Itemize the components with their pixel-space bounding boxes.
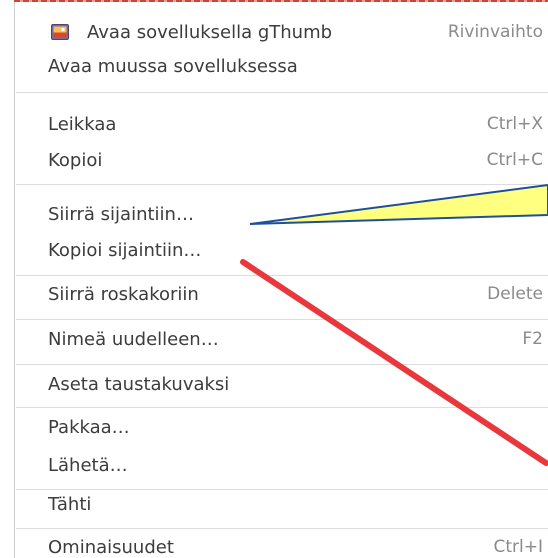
- menu-separator: [16, 364, 548, 365]
- menu-item-open-with-other[interactable]: Avaa muussa sovelluksessa: [15, 49, 548, 83]
- menu-item-copy-to[interactable]: Kopioi sijaintiin…: [15, 233, 548, 267]
- menu-item-label: Kopioi sijaintiin…: [48, 239, 202, 261]
- menu-item-label: Siirrä sijaintiin…: [48, 203, 194, 225]
- menu-item-label: Avaa sovelluksella gThumb: [87, 21, 333, 43]
- menu-item-copy[interactable]: Kopioi Ctrl+C: [15, 143, 548, 177]
- menu-separator: [16, 184, 548, 185]
- menu-item-rename[interactable]: Nimeä uudelleen… F2: [15, 322, 548, 356]
- menu-item-properties[interactable]: Ominaisuudet Ctrl+I: [15, 530, 548, 558]
- menu-item-shortcut: Delete: [487, 284, 543, 304]
- menu-item-shortcut: Rivinvaihto: [447, 22, 543, 42]
- menu-separator: [16, 319, 548, 320]
- menu-item-label: Pakkaa…: [48, 416, 130, 438]
- menu-item-label: Ominaisuudet: [48, 536, 174, 558]
- menu-item-shortcut: F2: [522, 329, 543, 349]
- menu-item-label: Lähetä…: [48, 454, 128, 476]
- menu-item-label: Avaa muussa sovelluksessa: [48, 55, 298, 77]
- menu-item-label: Nimeä uudelleen…: [48, 328, 219, 350]
- menu-item-label: Tähti: [48, 493, 92, 515]
- menu-separator: [16, 275, 548, 276]
- menu-item-cut[interactable]: Leikkaa Ctrl+X: [15, 107, 548, 141]
- menu-item-send-to[interactable]: Lähetä…: [15, 448, 548, 482]
- menu-item-move-to-trash[interactable]: Siirrä roskakoriin Delete: [15, 277, 548, 311]
- context-menu: Avaa sovelluksella gThumb Rivinvaihto Av…: [14, 2, 548, 558]
- menu-item-label: Leikkaa: [48, 113, 117, 135]
- menu-item-set-as-wallpaper[interactable]: Aseta taustakuvaksi: [15, 367, 548, 401]
- menu-item-shortcut: Ctrl+X: [486, 114, 543, 134]
- menu-item-label: Aseta taustakuvaksi: [48, 373, 230, 395]
- menu-separator: [16, 407, 548, 408]
- menu-item-open-with-gthumb[interactable]: Avaa sovelluksella gThumb Rivinvaihto: [15, 15, 548, 49]
- menu-separator: [16, 528, 548, 529]
- menu-separator: [16, 92, 548, 93]
- menu-item-star[interactable]: Tähti: [15, 487, 548, 521]
- menu-item-shortcut: Ctrl+C: [486, 150, 543, 170]
- gthumb-app-icon: [51, 24, 69, 40]
- menu-item-shortcut: Ctrl+I: [493, 537, 543, 557]
- menu-item-move-to[interactable]: Siirrä sijaintiin…: [15, 197, 548, 231]
- menu-item-compress[interactable]: Pakkaa…: [15, 410, 548, 444]
- menu-item-label: Siirrä roskakoriin: [48, 283, 199, 305]
- menu-item-label: Kopioi: [48, 149, 103, 171]
